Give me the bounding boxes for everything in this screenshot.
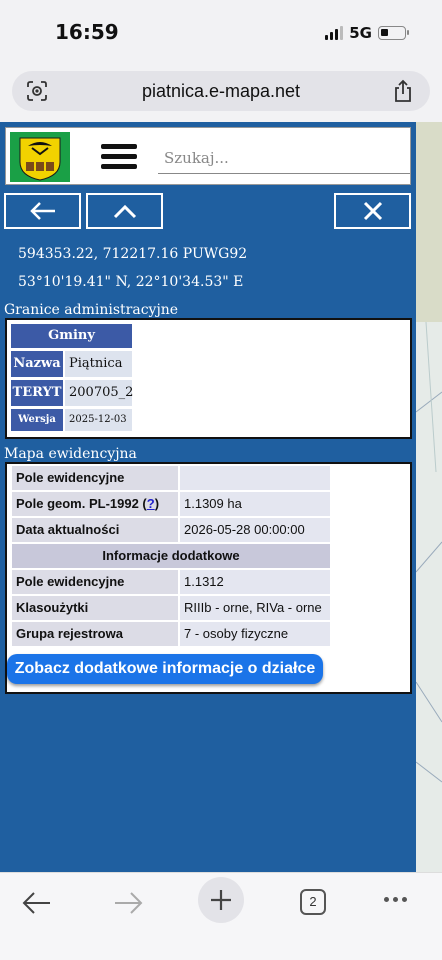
- plus-icon: [211, 890, 231, 910]
- battery-icon: [378, 26, 409, 40]
- coordinates-geo: 53°10'19.41" N, 22°10'34.53" E: [18, 274, 244, 290]
- collapse-button[interactable]: [86, 193, 163, 229]
- gminy-key: Wersja: [11, 409, 63, 431]
- granice-box: Gminy Nazwa Piątnica TERYT 200705_2 Wers…: [5, 318, 412, 439]
- chevron-up-icon: [113, 204, 136, 219]
- browser-forward-icon[interactable]: [103, 881, 153, 925]
- section-mapa-title: Mapa ewidencyjna: [4, 446, 137, 462]
- signal-icon: [325, 26, 344, 40]
- panel-header: [5, 127, 411, 185]
- row-key: Pole geom. PL-1992 (?): [12, 492, 178, 516]
- map-lines: [416, 122, 442, 872]
- search-input[interactable]: [158, 142, 410, 174]
- row-key: Pole ewidencyjne: [12, 466, 178, 490]
- coat-of-arms-icon: [19, 137, 61, 181]
- browser-toolbar: 2: [0, 872, 442, 960]
- network-type: 5G: [349, 24, 372, 42]
- row-key: Data aktualności: [12, 518, 178, 542]
- gmina-logo: [10, 132, 70, 182]
- url-text[interactable]: piatnica.e-mapa.net: [12, 81, 430, 102]
- close-button[interactable]: [334, 193, 411, 229]
- row-value: 1.1312: [180, 570, 330, 594]
- more-menu-icon[interactable]: [384, 897, 407, 902]
- row-value: 2026-05-28 00:00:00: [180, 518, 330, 542]
- arrow-left-icon: [29, 202, 55, 220]
- help-link[interactable]: ?: [147, 496, 155, 511]
- new-tab-button[interactable]: [198, 877, 244, 923]
- status-time: 16:59: [55, 20, 119, 44]
- browser-back-icon[interactable]: [12, 881, 62, 925]
- gminy-value: 2025-12-03: [65, 409, 132, 431]
- gminy-value: 200705_2: [65, 380, 133, 406]
- status-indicators: 5G: [325, 24, 409, 42]
- info-panel: 594353.22, 712217.16 PUWG92 53°10'19.41"…: [0, 122, 416, 872]
- row-value: RIIIb - orne, RIVa - orne: [180, 596, 330, 620]
- extra-info-header: Informacje dodatkowe: [12, 544, 330, 568]
- close-icon: [363, 201, 382, 221]
- row-key: Pole ewidencyjne: [12, 570, 178, 594]
- gminy-key: Nazwa: [11, 351, 63, 377]
- gminy-value: Piątnica: [65, 351, 132, 377]
- row-key: Grupa rejestrowa: [12, 622, 178, 646]
- share-icon[interactable]: [392, 79, 414, 103]
- row-key: Klasoużytki: [12, 596, 178, 620]
- row-value: 7 - osoby fizyczne: [180, 622, 330, 646]
- row-value: 1.1309 ha: [180, 492, 330, 516]
- coordinates-puwg: 594353.22, 712217.16 PUWG92: [18, 246, 248, 262]
- section-granice-title: Granice administracyjne: [4, 302, 179, 318]
- status-bar: 16:59 5G: [0, 0, 442, 60]
- gminy-key: TERYT: [11, 380, 63, 406]
- back-button[interactable]: [4, 193, 81, 229]
- more-info-button[interactable]: Zobacz dodatkowe informacje o działce: [7, 654, 323, 684]
- hamburger-menu-icon[interactable]: [101, 144, 137, 170]
- row-value: [180, 466, 330, 490]
- tab-switcher-button[interactable]: 2: [300, 889, 326, 915]
- address-bar[interactable]: piatnica.e-mapa.net: [12, 71, 430, 111]
- gminy-header: Gminy: [11, 324, 132, 348]
